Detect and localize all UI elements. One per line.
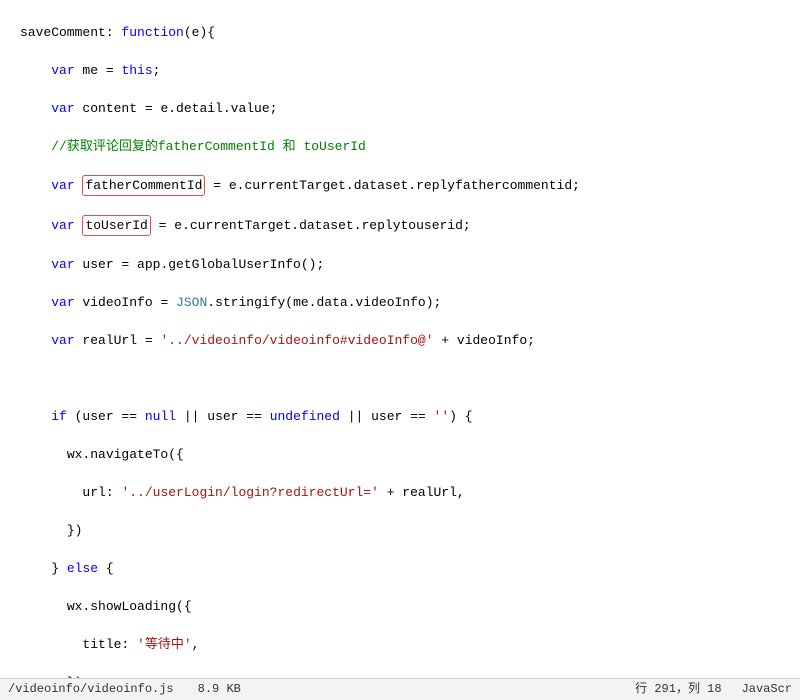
code-text: + videoInfo; — [434, 333, 535, 348]
code-text: url: — [82, 485, 121, 500]
type-name: JSON — [176, 295, 207, 310]
code-text: wx.navigateTo({ — [67, 447, 184, 462]
code-text: { — [98, 561, 114, 576]
status-filesize: 8.9 KB — [198, 680, 241, 699]
keyword: var — [51, 257, 74, 272]
code-text: ) { — [449, 409, 472, 424]
code-editor[interactable]: saveComment: function(e){ var me = this;… — [0, 0, 800, 678]
keyword: var — [51, 101, 74, 116]
code-text: (user == — [67, 409, 145, 424]
keyword: else — [67, 561, 98, 576]
string: '等待中' — [137, 637, 192, 652]
status-filepath[interactable]: /videoinfo/videoinfo.js — [8, 680, 174, 699]
keyword: var — [51, 333, 74, 348]
string: '../userLogin/login?redirectUrl=' — [121, 485, 378, 500]
code-text: me = — [75, 63, 122, 78]
code-text: = e.currentTarget.dataset.replyfathercom… — [205, 178, 579, 193]
code-text: = e.currentTarget.dataset.replytouserid; — [151, 218, 471, 233]
keyword: var — [51, 63, 74, 78]
status-language[interactable]: JavaScr — [742, 680, 792, 699]
comment: //获取评论回复的fatherCommentId 和 toUserId — [51, 139, 366, 154]
keyword: null — [145, 409, 176, 424]
highlighted-var: fatherCommentId — [82, 175, 205, 196]
code-text: realUrl = — [75, 333, 161, 348]
highlighted-var: toUserId — [82, 215, 150, 236]
code-text: || user == — [340, 409, 434, 424]
code-text: videoInfo = — [75, 295, 176, 310]
code-text: }) — [67, 523, 83, 538]
code-text: title: — [82, 637, 137, 652]
status-bar: /videoinfo/videoinfo.js 8.9 KB 行 291，列 1… — [0, 678, 800, 700]
code-text: user = app.getGlobalUserInfo(); — [75, 257, 325, 272]
keyword: function — [121, 25, 183, 40]
code-text: .stringify(me.data.videoInfo); — [207, 295, 441, 310]
code-text: , — [192, 637, 200, 652]
code-text: content = e.detail.value; — [75, 101, 278, 116]
keyword: var — [51, 178, 74, 193]
code-text: (e){ — [184, 25, 215, 40]
keyword: var — [51, 218, 74, 233]
string: '' — [434, 409, 450, 424]
keyword: this — [121, 63, 152, 78]
code-text: } — [51, 561, 67, 576]
code-text: + realUrl, — [379, 485, 465, 500]
status-cursor-position[interactable]: 行 291，列 18 — [635, 680, 721, 699]
string: '../videoinfo/videoinfo#videoInfo@' — [160, 333, 433, 348]
code-text: ; — [153, 63, 161, 78]
code-text: saveComment: — [20, 25, 121, 40]
code-text: wx.showLoading({ — [67, 599, 192, 614]
keyword: if — [51, 409, 67, 424]
code-text: || user == — [176, 409, 270, 424]
keyword: var — [51, 295, 74, 310]
keyword: undefined — [270, 409, 340, 424]
